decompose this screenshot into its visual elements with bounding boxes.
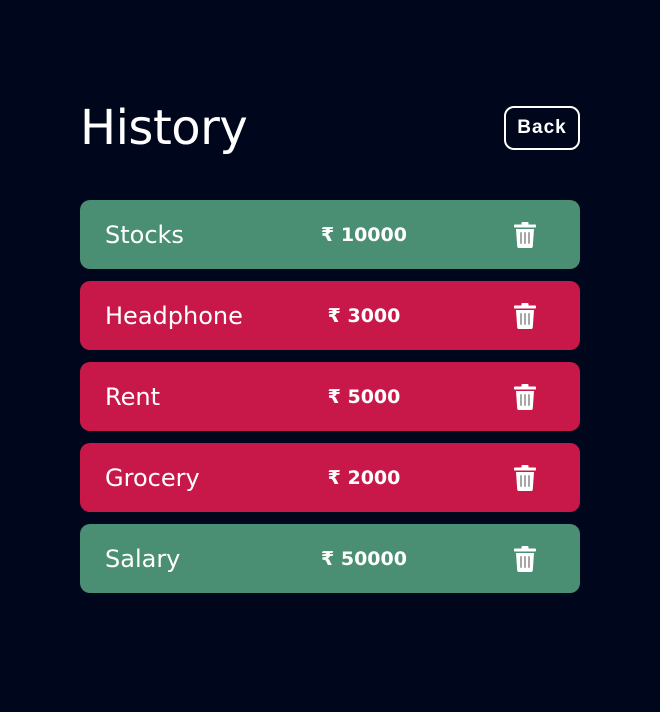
transaction-name: Headphone xyxy=(105,301,243,330)
trash-icon[interactable] xyxy=(512,383,538,411)
page-title: History xyxy=(80,100,248,156)
history-panel: History Back Stocks ₹ 10000 Headphone ₹ … xyxy=(80,96,580,593)
trash-icon[interactable] xyxy=(512,221,538,249)
transaction-row-salary: Salary ₹ 50000 xyxy=(80,524,580,593)
transaction-row-grocery: Grocery ₹ 2000 xyxy=(80,443,580,512)
transaction-amount: ₹ 5000 xyxy=(327,385,401,408)
transaction-amount: ₹ 2000 xyxy=(327,466,401,489)
transaction-name: Grocery xyxy=(105,463,200,492)
transaction-amount: ₹ 50000 xyxy=(321,547,407,570)
transaction-row-headphone: Headphone ₹ 3000 xyxy=(80,281,580,350)
trash-icon[interactable] xyxy=(512,464,538,492)
transaction-name: Rent xyxy=(105,382,160,411)
transaction-name: Salary xyxy=(105,544,181,573)
trash-icon[interactable] xyxy=(512,302,538,330)
transaction-amount: ₹ 3000 xyxy=(327,304,401,327)
back-button[interactable]: Back xyxy=(504,106,580,150)
header: History Back xyxy=(80,96,580,160)
trash-icon[interactable] xyxy=(512,545,538,573)
transaction-row-stocks: Stocks ₹ 10000 xyxy=(80,200,580,269)
transaction-list: Stocks ₹ 10000 Headphone ₹ 3000 Rent ₹ 5… xyxy=(80,200,580,593)
transaction-row-rent: Rent ₹ 5000 xyxy=(80,362,580,431)
transaction-amount: ₹ 10000 xyxy=(321,223,407,246)
transaction-name: Stocks xyxy=(105,220,184,249)
